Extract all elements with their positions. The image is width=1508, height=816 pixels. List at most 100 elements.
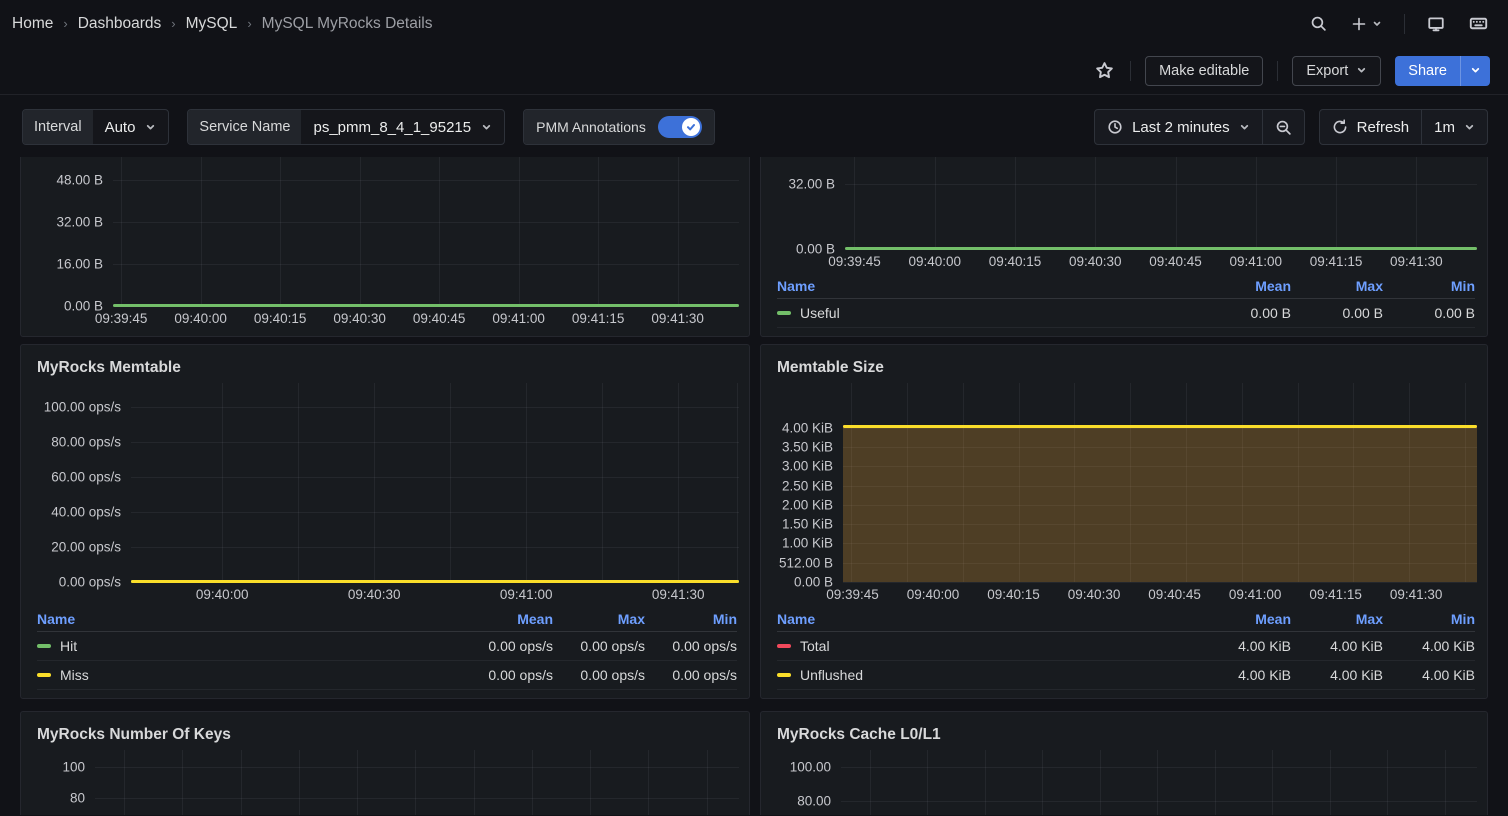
gridline [602, 383, 603, 582]
legend-row: Hit0.00 ops/s0.00 ops/s0.00 ops/s [37, 632, 737, 661]
x-axis-tick: 09:40:00 [908, 254, 961, 269]
x-axis-tick: 09:41:00 [1229, 587, 1282, 602]
panel-myrocks-memtable: MyRocks Memtable100.00 ops/s80.00 ops/s6… [20, 344, 750, 699]
chevron-down-icon [1464, 122, 1475, 133]
breadcrumb-dashboards[interactable]: Dashboards [78, 15, 162, 33]
interval-value: Auto [105, 119, 136, 136]
y-axis-tick: 20.00 ops/s [51, 540, 121, 555]
divider [1277, 61, 1278, 81]
x-axis-tick: 09:40:15 [989, 254, 1042, 269]
export-button[interactable]: Export [1292, 56, 1381, 86]
interval-select[interactable]: Auto [93, 110, 169, 144]
keyboard-shortcuts-button[interactable] [1467, 12, 1490, 35]
y-axis-tick: 32.00 B [56, 215, 103, 230]
x-axis-tick: 09:41:00 [492, 311, 545, 326]
refresh-button[interactable]: Refresh [1320, 110, 1422, 144]
legend-series-hit[interactable]: Hit [37, 638, 461, 654]
legend-value: 4.00 KiB [1199, 638, 1291, 654]
legend-column-min[interactable]: Min [645, 611, 737, 627]
share-button[interactable]: Share [1395, 56, 1460, 86]
legend-series-useful[interactable]: Useful [777, 305, 1199, 321]
breadcrumb-home[interactable]: Home [12, 15, 53, 33]
legend-value: 0.00 ops/s [645, 667, 737, 683]
legend-table: NameMeanMaxMinHit0.00 ops/s0.00 ops/s0.0… [21, 604, 749, 690]
legend-value: 0.00 B [1291, 305, 1383, 321]
legend-column-min[interactable]: Min [1383, 278, 1475, 294]
legend-series-miss[interactable]: Miss [37, 667, 461, 683]
star-dashboard-button[interactable] [1093, 59, 1116, 82]
y-axis-tick: 48.00 B [56, 173, 103, 188]
legend-column-max[interactable]: Max [1291, 278, 1383, 294]
gridline [95, 798, 739, 799]
chevron-down-icon [1356, 65, 1367, 76]
x-axis-tick: 09:40:15 [987, 587, 1040, 602]
legend-column-max[interactable]: Max [553, 611, 645, 627]
time-range-value: Last 2 minutes [1132, 119, 1230, 136]
x-axis-tick: 09:40:45 [413, 311, 466, 326]
service-name-select[interactable]: ps_pmm_8_4_1_95215 [301, 110, 504, 144]
breadcrumb-mysql[interactable]: MySQL [186, 15, 238, 33]
y-axis-tick: 0.00 ops/s [59, 575, 121, 590]
x-axis-tick: 09:39:45 [828, 254, 881, 269]
legend-value: 0.00 ops/s [553, 667, 645, 683]
make-editable-button[interactable]: Make editable [1145, 56, 1263, 86]
y-axis-tick: 80 [70, 791, 85, 806]
x-axis-tick: 09:39:45 [95, 311, 148, 326]
add-button[interactable] [1349, 14, 1384, 34]
x-axis-tick: 09:40:45 [1148, 587, 1201, 602]
gridline [841, 767, 1477, 768]
search-button[interactable] [1308, 13, 1329, 34]
panel-memtable-size: Memtable Size4.00 KiB3.50 KiB3.00 KiB2.5… [760, 344, 1488, 699]
chart-area: 100.0080.00 [761, 750, 1477, 815]
x-axis-tick: 09:39:45 [826, 587, 879, 602]
legend-value: 4.00 KiB [1383, 638, 1475, 654]
kiosk-mode-button[interactable] [1425, 13, 1447, 35]
clock-icon [1107, 119, 1123, 135]
panel-title[interactable]: Memtable Size [761, 353, 1487, 383]
legend-column-name: Name [777, 278, 1199, 294]
legend-column-max[interactable]: Max [1291, 611, 1383, 627]
gridline [450, 383, 451, 582]
panel-title[interactable]: MyRocks Number Of Keys [21, 720, 749, 750]
time-controls: Last 2 minutes Refresh 1m [1094, 109, 1488, 145]
legend-value: 0.00 ops/s [553, 638, 645, 654]
legend-value: 0.00 ops/s [461, 638, 553, 654]
legend-series-unflushed[interactable]: Unflushed [777, 667, 1199, 683]
y-axis-tick: 32.00 B [788, 177, 835, 192]
legend-column-mean[interactable]: Mean [1199, 278, 1291, 294]
legend-column-mean[interactable]: Mean [461, 611, 553, 627]
pmm-annotations-toggle[interactable] [658, 116, 702, 138]
gridline [1330, 750, 1331, 815]
y-axis-tick: 100.00 [790, 760, 831, 775]
legend-value: 4.00 KiB [1291, 638, 1383, 654]
legend-series-total[interactable]: Total [777, 638, 1199, 654]
legend-value: 0.00 ops/s [645, 638, 737, 654]
legend-value: 4.00 KiB [1383, 667, 1475, 683]
service-name-value: ps_pmm_8_4_1_95215 [313, 119, 471, 136]
panel-title[interactable]: MyRocks Memtable [21, 353, 749, 383]
legend-value: 4.00 KiB [1199, 667, 1291, 683]
chevron-down-icon [1470, 65, 1481, 76]
monitor-icon [1427, 15, 1445, 33]
gridline [1100, 750, 1101, 815]
gridline [113, 222, 739, 223]
legend-value: 4.00 KiB [1291, 667, 1383, 683]
legend-column-name: Name [37, 611, 461, 627]
legend-column-mean[interactable]: Mean [1199, 611, 1291, 627]
chevron-down-icon [1372, 19, 1382, 29]
time-range-button[interactable]: Last 2 minutes [1095, 110, 1262, 144]
x-axis-tick: 09:41:15 [572, 311, 625, 326]
gridline [845, 184, 1477, 185]
legend-series-label: Miss [60, 667, 89, 683]
legend-table: NameMeanMaxMinUseful0.00 B0.00 B0.00 B [761, 271, 1487, 328]
gridline [124, 750, 125, 815]
panel-title[interactable]: MyRocks Cache L0/L1 [761, 720, 1487, 750]
pmm-annotations-control: PMM Annotations [523, 109, 715, 145]
refresh-interval-select[interactable]: 1m [1421, 110, 1487, 144]
legend-row: Miss0.00 ops/s0.00 ops/s0.00 ops/s [37, 661, 737, 690]
zoom-out-button[interactable] [1262, 110, 1304, 144]
breadcrumb: Home › Dashboards › MySQL › MySQL MyRock… [12, 15, 432, 33]
legend-column-min[interactable]: Min [1383, 611, 1475, 627]
share-menu-button[interactable] [1460, 56, 1490, 86]
y-axis-tick: 80.00 ops/s [51, 435, 121, 450]
